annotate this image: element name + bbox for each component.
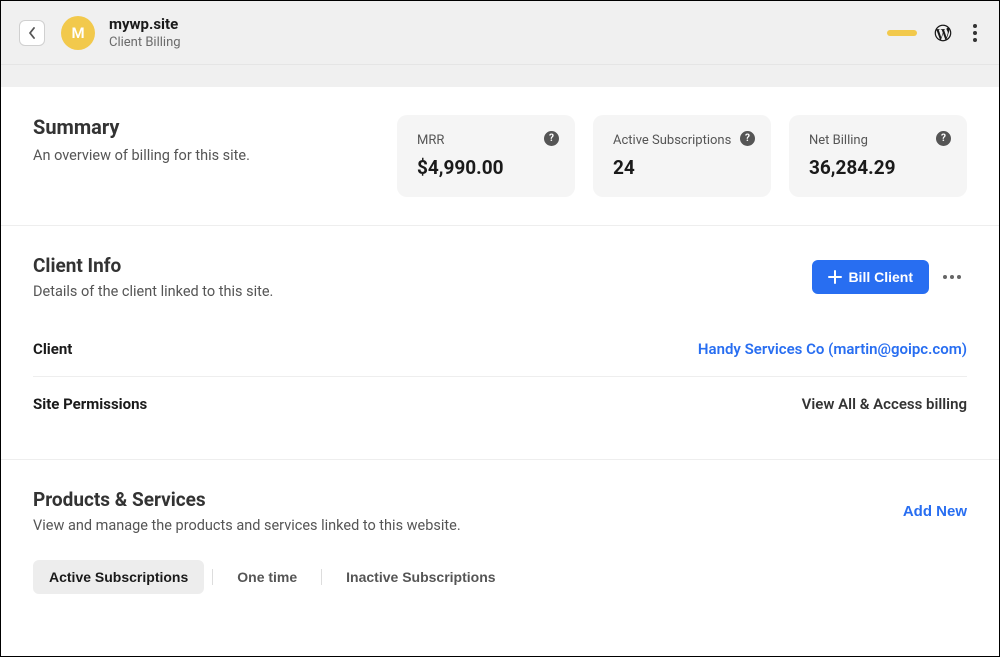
help-icon[interactable]: ?: [740, 131, 755, 146]
site-info: mywp.site Client Billing: [109, 15, 887, 50]
client-info-section: Client Info Details of the client linked…: [1, 226, 999, 460]
products-section: Products & Services View and manage the …: [1, 460, 999, 622]
tab-separator: [321, 569, 322, 585]
card-value: 36,284.29: [809, 156, 947, 179]
spacer: [1, 65, 999, 87]
site-name: mywp.site: [109, 15, 887, 33]
client-info-title: Client Info: [33, 254, 273, 277]
back-button[interactable]: [19, 20, 45, 46]
tab-separator: [212, 569, 213, 585]
card-label: MRR: [417, 133, 555, 148]
tab-inactive-subscriptions[interactable]: Inactive Subscriptions: [330, 560, 511, 594]
tab-active-subscriptions[interactable]: Active Subscriptions: [33, 560, 204, 594]
active-subs-card: ? Active Subscriptions 24: [593, 115, 771, 197]
plus-icon: [828, 270, 842, 284]
card-value: $4,990.00: [417, 156, 555, 179]
more-menu-button[interactable]: [969, 20, 981, 46]
card-label: Active Subscriptions: [613, 133, 751, 148]
mrr-card: ? MRR $4,990.00: [397, 115, 575, 197]
products-title: Products & Services: [33, 488, 461, 511]
client-more-button[interactable]: [937, 269, 967, 285]
summary-title: Summary: [33, 115, 373, 139]
summary-subtitle: An overview of billing for this site.: [33, 147, 373, 164]
wordpress-icon[interactable]: [933, 23, 953, 43]
products-tabs: Active Subscriptions One time Inactive S…: [33, 560, 967, 594]
header-actions: [887, 20, 981, 46]
page-header: M mywp.site Client Billing: [1, 1, 999, 65]
page-subtitle: Client Billing: [109, 35, 887, 50]
client-row: Client Handy Services Co (martin@goipc.c…: [33, 322, 967, 377]
chevron-left-icon: [28, 27, 36, 39]
help-icon[interactable]: ?: [936, 131, 951, 146]
add-new-button[interactable]: Add New: [903, 503, 967, 520]
card-value: 24: [613, 156, 751, 179]
permissions-label: Site Permissions: [33, 395, 147, 413]
help-icon[interactable]: ?: [544, 131, 559, 146]
bill-client-label: Bill Client: [848, 269, 913, 285]
net-billing-card: ? Net Billing 36,284.29: [789, 115, 967, 197]
site-avatar: M: [61, 16, 95, 50]
permissions-row: Site Permissions View All & Access billi…: [33, 377, 967, 431]
tab-one-time[interactable]: One time: [221, 560, 313, 594]
summary-section: Summary An overview of billing for this …: [1, 87, 999, 226]
permissions-value: View All & Access billing: [802, 395, 967, 413]
status-pill: [887, 30, 917, 36]
client-info-subtitle: Details of the client linked to this sit…: [33, 283, 273, 300]
card-label: Net Billing: [809, 133, 947, 148]
products-subtitle: View and manage the products and service…: [33, 517, 461, 534]
bill-client-button[interactable]: Bill Client: [812, 260, 929, 294]
client-link[interactable]: Handy Services Co (martin@goipc.com): [698, 340, 967, 358]
client-label: Client: [33, 340, 72, 358]
